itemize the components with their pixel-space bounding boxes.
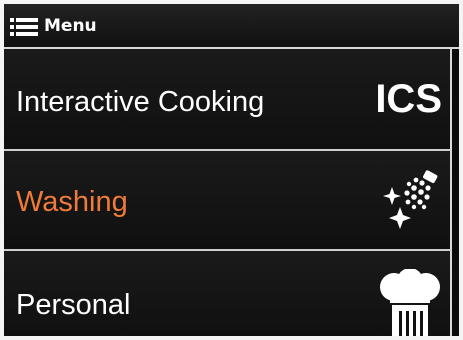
menu-item-personal[interactable]: Personal [4,251,450,336]
header-bar: Menu [4,4,459,47]
scrollbar[interactable] [450,49,459,336]
menu-item-interactive-cooking[interactable]: Interactive Cooking ICS [4,49,450,149]
menu-item-label: Washing [16,186,128,218]
menu-item-label: Interactive Cooking [16,86,265,118]
header-title: Menu [44,16,97,36]
menu-screen: Menu Interactive Cooking ICS Washing Per… [4,4,459,336]
hamburger-menu-icon[interactable] [10,17,38,37]
chef-hat-icon [380,269,440,336]
ics-logo-text: ICS [375,77,442,121]
ics-logo-icon: ICS [375,77,442,121]
washing-spray-icon [383,170,438,229]
menu-item-label: Personal [16,289,131,321]
menu-item-washing[interactable]: Washing [4,151,450,249]
